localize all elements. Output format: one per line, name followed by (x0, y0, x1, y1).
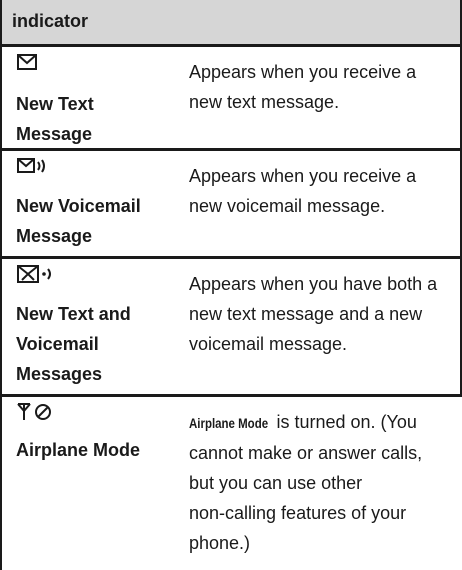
indicator-description: Appears when you have both a new text me… (189, 274, 438, 354)
table-row: New Text and Voicemail Messages Appears … (0, 256, 462, 394)
indicator-name: New Text Message (16, 94, 94, 144)
indicator-description: Appears when you receive a new text mess… (189, 62, 417, 112)
indicator-table: indicator New Text Message Appears when … (0, 0, 462, 570)
table-header: indicator (0, 0, 462, 44)
airplane-mode-term: Airplane Mode (189, 415, 269, 431)
indicator-description: Airplane Mode is turned on. (You cannot … (189, 407, 454, 558)
indicator-description: Appears when you receive a new voicemail… (189, 166, 417, 216)
message-icon (17, 54, 37, 70)
table-row: New Text Message Appears when you receiv… (0, 44, 462, 148)
text-voicemail-icon (17, 265, 51, 283)
indicator-name: Airplane Mode (16, 440, 141, 460)
table-row: Airplane Mode Airplane Mode is turned on… (0, 394, 462, 570)
indicator-name: New Voicemail Message (16, 196, 141, 246)
indicator-name: New Text and Voicemail Messages (16, 304, 131, 384)
airplane-mode-icon (17, 403, 51, 420)
voicemail-icon (17, 158, 45, 173)
table-row: New Voicemail Message Appears when you r… (0, 148, 462, 256)
header-title: indicator (12, 11, 89, 31)
